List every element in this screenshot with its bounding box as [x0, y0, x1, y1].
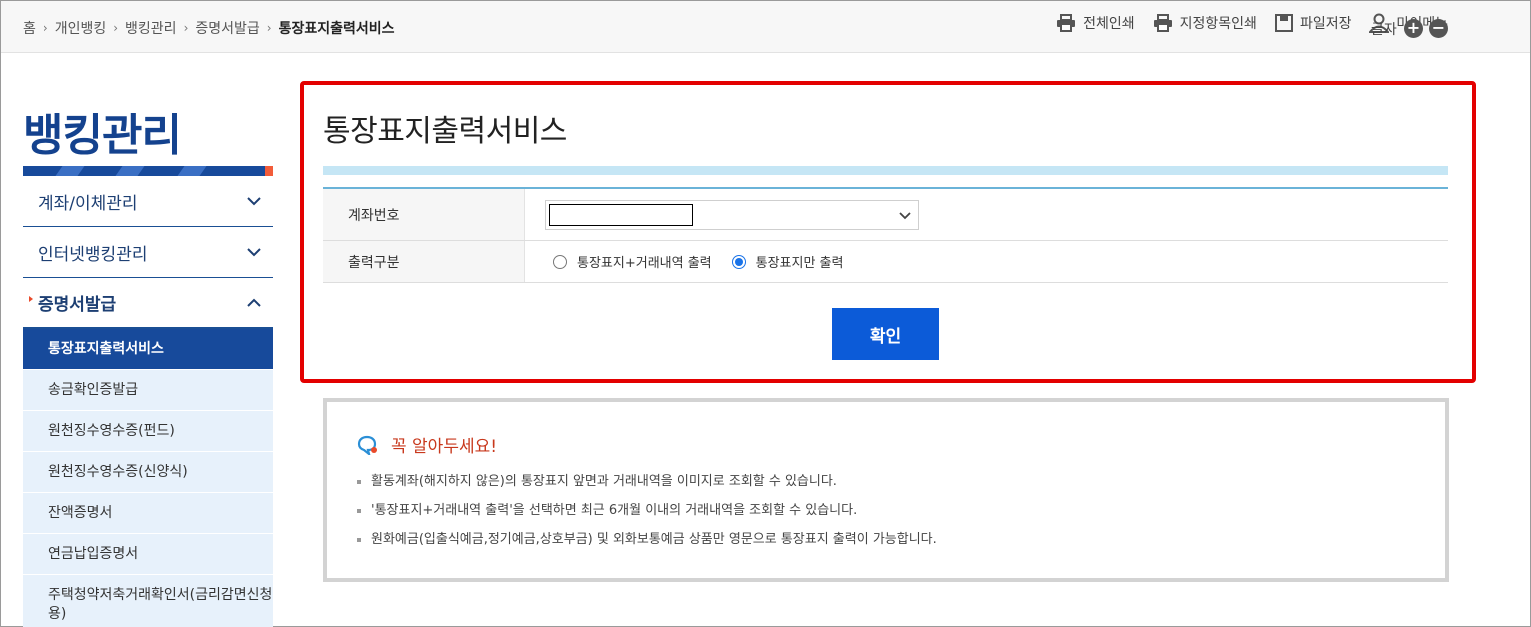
radio-label: 통장표지+거래내역 출력 [577, 256, 712, 271]
chevron-right-icon: › [266, 21, 272, 35]
submenu-item-passbook-cover[interactable]: 통장표지출력서비스 [23, 329, 273, 370]
sidebar-submenu: 통장표지출력서비스 송금확인증발급 원천징수영수증(펀드) 원천징수영수증(신양… [23, 329, 273, 627]
form-row-output-type: 출력구분 통장표지+거래내역 출력 통장표지만 출력 [323, 241, 1448, 283]
radio-label: 통장표지만 출력 [755, 256, 844, 271]
save-file-label: 파일저장 [1299, 16, 1352, 32]
print-all-label: 전체인쇄 [1083, 16, 1135, 32]
sidebar-title: 뱅킹관리 [23, 110, 182, 161]
sidebar-title-stripe [23, 166, 273, 176]
chevron-down-icon [247, 247, 261, 256]
submenu-item-pension-cert[interactable]: 연금납입증명서 [23, 534, 273, 575]
account-select[interactable] [545, 199, 919, 230]
sidebar-item-certificates[interactable]: 증명서발급 [23, 278, 273, 329]
save-file-button[interactable]: 파일저장 [1274, 13, 1352, 33]
sidebar-item-label: 증명서발급 [28, 290, 116, 315]
chevron-right-icon: › [113, 21, 119, 35]
chevron-down-icon [247, 196, 261, 205]
form-row-account: 계좌번호 [323, 189, 1448, 241]
printer-icon [1057, 14, 1076, 32]
notice-box: 꼭 알아두세요! 활동계좌(해지하지 않은)의 통장표지 앞면과 거래내역을 이… [323, 398, 1449, 582]
sidebar-item-label: 인터넷뱅킹관리 [38, 244, 148, 265]
title-divider [323, 166, 1448, 175]
print-selected-button[interactable]: 지정항목인쇄 [1153, 13, 1257, 33]
output-type-label: 출력구분 [323, 241, 525, 282]
chevron-right-icon: › [183, 21, 189, 35]
printer-icon [1153, 14, 1172, 32]
submenu-item-withholding-new[interactable]: 원천징수영수증(신양식) [23, 452, 273, 493]
chevron-right-icon: › [42, 21, 48, 35]
radio-circle-selected[interactable] [731, 254, 746, 269]
sidebar-menu: 계좌/이체관리 인터넷뱅킹관리 증명서발급 통장표지출력서비스 송금확인증발급 … [23, 176, 273, 627]
sidebar-item-internet-banking[interactable]: 인터넷뱅킹관리 [23, 227, 273, 278]
breadcrumb: 홈 › 개인뱅킹 › 뱅킹관리 › 증명서발급 › 통장표지출력서비스 [23, 18, 395, 38]
account-select-value [549, 203, 693, 226]
font-size-label: 글자 [1371, 22, 1397, 38]
notice-title-text: 꼭 알아두세요! [391, 437, 498, 457]
top-bar: 홈 › 개인뱅킹 › 뱅킹관리 › 증명서발급 › 통장표지출력서비스 전체인쇄… [1, 1, 1530, 53]
notice-item: 활동계좌(해지하지 않은)의 통장표지 앞면과 거래내역을 이미지로 조회할 수… [357, 472, 937, 501]
radio-cover-and-transactions[interactable]: 통장표지+거래내역 출력 [545, 252, 712, 271]
submenu-item-remittance[interactable]: 송금확인증발급 [23, 370, 273, 411]
breadcrumb-personal[interactable]: 개인뱅킹 [55, 18, 107, 38]
notice-title: 꼭 알아두세요! [357, 432, 497, 457]
breadcrumb-current: 통장표지출력서비스 [278, 21, 395, 37]
submenu-item-withholding-fund[interactable]: 원천징수영수증(펀드) [23, 411, 273, 452]
breadcrumb-home[interactable]: 홈 [23, 18, 36, 38]
page-title: 통장표지출력서비스 [323, 114, 567, 149]
radio-circle[interactable] [553, 254, 567, 269]
passbook-form: 계좌번호 출력구분 통장표지+거래내역 출력 통장표지만 출력 [323, 187, 1448, 283]
radio-cover-only[interactable]: 통장표지만 출력 [724, 252, 844, 271]
notice-item: 원화예금(입출식예금,정기예금,상호부금) 및 외화보통예금 상품만 영문으로 … [357, 530, 937, 559]
print-selected-label: 지정항목인쇄 [1179, 16, 1257, 32]
submenu-item-balance-cert[interactable]: 잔액증명서 [23, 493, 273, 534]
submenu-item-housing-savings[interactable]: 주택청약저축거래확인서(금리감면신청용) [23, 575, 273, 627]
chevron-up-icon [247, 298, 261, 307]
font-minus-icon[interactable]: − [1429, 19, 1448, 38]
floppy-icon [1274, 14, 1293, 32]
chevron-down-icon [899, 211, 911, 219]
notice-item: '통장표지+거래내역 출력'을 선택하면 최근 6개월 이내의 거래내역을 조회… [357, 501, 937, 530]
sidebar-item-label: 계좌/이체관리 [38, 193, 138, 214]
font-plus-icon[interactable]: + [1404, 19, 1423, 38]
breadcrumb-cert[interactable]: 증명서발급 [195, 18, 259, 38]
sidebar-item-account-transfer[interactable]: 계좌/이체관리 [23, 176, 273, 227]
print-all-button[interactable]: 전체인쇄 [1056, 13, 1135, 33]
confirm-button[interactable]: 확인 [832, 308, 939, 360]
breadcrumb-banking-mgmt[interactable]: 뱅킹관리 [125, 18, 177, 38]
account-label: 계좌번호 [323, 189, 525, 240]
notice-list: 활동계좌(해지하지 않은)의 통장표지 앞면과 거래내역을 이미지로 조회할 수… [357, 472, 937, 559]
speech-bubble-icon [357, 435, 377, 455]
